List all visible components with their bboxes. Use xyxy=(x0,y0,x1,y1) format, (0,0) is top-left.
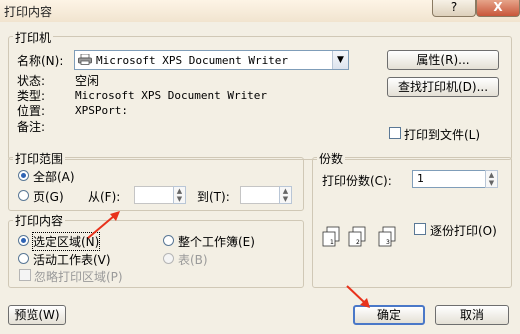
printer-name-label: 名称(N): xyxy=(17,54,64,68)
printer-name-value: Microsoft XPS Document Writer xyxy=(96,54,289,67)
table-radio[interactable] xyxy=(163,253,174,264)
print-content-label: 打印内容 xyxy=(13,212,66,229)
collate-page-icon-2: 3 xyxy=(378,226,396,247)
entire-workbook-radio[interactable] xyxy=(163,235,174,246)
properties-button[interactable]: 属性(R)... xyxy=(387,50,499,70)
collate-page-icon: 1 2 xyxy=(322,226,366,247)
type-value: Microsoft XPS Document Writer xyxy=(75,89,268,102)
active-sheets-radio[interactable] xyxy=(18,253,29,264)
where-value: XPSPort: xyxy=(75,104,128,117)
to-input[interactable] xyxy=(240,186,280,204)
range-pages-label[interactable]: 页(G) xyxy=(33,188,64,205)
copy-count-label: 打印份数(C): xyxy=(322,174,392,188)
print-to-file-label[interactable]: 打印到文件(L) xyxy=(404,126,480,143)
window-title: 打印内容 xyxy=(4,5,53,19)
active-sheets-label[interactable]: 活动工作表(V) xyxy=(33,251,111,268)
chevron-down-icon[interactable]: ▼ xyxy=(332,51,348,69)
ignore-print-area-label[interactable]: 忽略打印区域(P) xyxy=(34,268,123,285)
copy-count-input[interactable]: 1 xyxy=(412,170,486,188)
find-printer-button[interactable]: 查找打印机(D)... xyxy=(387,77,499,97)
range-all-radio[interactable] xyxy=(18,170,29,181)
cancel-button[interactable]: 取消 xyxy=(435,305,509,325)
comment-label: 备注: xyxy=(17,120,46,134)
preview-button[interactable]: 预览(W) xyxy=(8,305,66,325)
print-to-file-checkbox[interactable] xyxy=(389,127,401,139)
from-input[interactable] xyxy=(134,186,174,204)
to-label: 到(T): xyxy=(197,190,230,204)
range-all-label[interactable]: 全部(A) xyxy=(33,168,75,185)
entire-workbook-label[interactable]: 整个工作簿(E) xyxy=(178,233,255,250)
from-spinner[interactable]: ▲ ▼ xyxy=(173,186,186,204)
print-dialog: 打印机 名称(N): Microsoft XPS Document Writer… xyxy=(0,22,520,334)
title-bar: 打印内容 ? X xyxy=(0,0,520,23)
annotation-arrow-icon-2 xyxy=(346,285,370,308)
status-value: 空闲 xyxy=(75,74,100,88)
from-label: 从(F): xyxy=(88,190,121,204)
svg-text:1: 1 xyxy=(330,239,334,246)
table-label[interactable]: 表(B) xyxy=(178,251,208,268)
print-range-label: 打印范围 xyxy=(13,150,66,167)
help-button[interactable]: ? xyxy=(432,0,476,17)
printer-name-select[interactable]: Microsoft XPS Document Writer ▼ xyxy=(74,50,349,70)
printer-icon xyxy=(78,54,92,65)
copy-count-spinner[interactable]: ▲ ▼ xyxy=(485,170,498,188)
printer-group-label: 打印机 xyxy=(13,29,54,46)
where-label: 位置: xyxy=(17,104,46,118)
range-pages-radio[interactable] xyxy=(18,190,29,201)
copies-group-label: 份数 xyxy=(317,150,346,167)
svg-text:2: 2 xyxy=(356,239,360,246)
collate-checkbox[interactable] xyxy=(414,223,426,235)
svg-text:3: 3 xyxy=(386,239,390,246)
annotation-arrow-icon xyxy=(87,211,120,239)
close-button[interactable]: X xyxy=(476,0,520,17)
ignore-print-area-checkbox[interactable] xyxy=(19,269,31,281)
collate-label[interactable]: 逐份打印(O) xyxy=(430,222,497,239)
selection-radio[interactable] xyxy=(18,235,29,246)
to-spinner[interactable]: ▲ ▼ xyxy=(279,186,292,204)
